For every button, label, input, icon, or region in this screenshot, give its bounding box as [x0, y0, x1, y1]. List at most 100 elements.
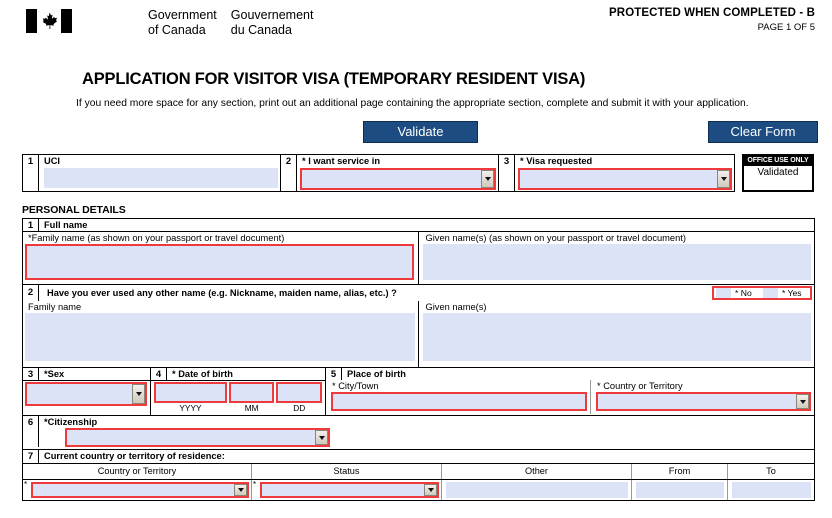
- full-name-label: Full name: [44, 220, 88, 230]
- uci-input[interactable]: [44, 168, 278, 188]
- form-action-bar: Validate Clear Form: [0, 121, 832, 143]
- question-6-citizenship: 6 *Citizenship: [23, 416, 814, 450]
- visa-requested-value[interactable]: [520, 170, 717, 188]
- given-names-input[interactable]: [422, 244, 811, 280]
- dob-year-input[interactable]: [154, 382, 227, 403]
- goc-en-line1: Government: [148, 8, 217, 22]
- table-row: * *: [23, 480, 814, 500]
- chevron-down-icon[interactable]: [234, 484, 247, 496]
- city-town-label: * City/Town: [332, 381, 379, 391]
- goc-fr-line2: du Canada: [230, 22, 292, 37]
- goc-en-line2: of Canada: [148, 22, 206, 37]
- validated-status: Validated: [744, 166, 812, 190]
- chevron-down-icon[interactable]: [315, 430, 328, 445]
- sex-value[interactable]: [27, 384, 132, 404]
- validate-button[interactable]: Validate: [363, 121, 478, 143]
- field-number: 3: [23, 368, 39, 380]
- required-marker: *: [24, 480, 28, 489]
- field-uci: 1 UCI: [22, 154, 281, 192]
- birth-country-label: * Country or Territory: [597, 381, 683, 391]
- question-3-sex: 3 *Sex: [23, 368, 151, 415]
- residence-table-header: Country or Territory Status Other From T…: [23, 464, 814, 480]
- date-of-birth-label: * Date of birth: [172, 369, 233, 379]
- service-in-label: * I want service in: [302, 156, 381, 166]
- residence-status-value[interactable]: [262, 484, 424, 496]
- question-2-other-name: 2 Have you ever used any other name (e.g…: [23, 285, 814, 368]
- residence-from-input[interactable]: [636, 482, 724, 498]
- residence-country-value[interactable]: [33, 484, 234, 496]
- question-4-date-of-birth: 4 * Date of birth YYYY MM DD: [151, 368, 326, 415]
- row-sex-dob-birthplace: 3 *Sex 4 * Date of birth YYYY MM DD 5 Pl…: [23, 368, 814, 416]
- page-indicator: PAGE 1 OF 5: [757, 22, 815, 33]
- office-use-header: OFFICE USE ONLY: [744, 156, 812, 166]
- residence-other-input[interactable]: [446, 482, 628, 498]
- chevron-down-icon[interactable]: [796, 394, 809, 409]
- goc-fr-line1: Gouvernement: [230, 8, 314, 22]
- column-header-other: Other: [442, 464, 632, 479]
- residence-to-input[interactable]: [732, 482, 811, 498]
- form-body: 1 UCI 2 * I want service in 3 * Visa req…: [0, 154, 832, 501]
- birth-country-dropdown[interactable]: [596, 392, 811, 411]
- chevron-down-icon[interactable]: [717, 170, 730, 188]
- other-name-yes-label: * Yes: [782, 288, 802, 298]
- uci-label: UCI: [44, 156, 61, 166]
- clear-form-button[interactable]: Clear Form: [708, 121, 818, 143]
- office-use-only-box: OFFICE USE ONLY Validated: [742, 154, 814, 192]
- citizenship-value[interactable]: [67, 430, 315, 445]
- citizenship-dropdown[interactable]: [65, 428, 330, 447]
- city-town-input[interactable]: [331, 392, 587, 411]
- column-header-status: Status: [252, 464, 442, 479]
- other-name-question-label: Have you ever used any other name (e.g. …: [47, 288, 397, 298]
- field-number: 6: [23, 416, 39, 428]
- question-5-place-of-birth: 5 Place of birth * City/Town * Country o…: [326, 368, 814, 415]
- field-number: 4: [151, 368, 167, 380]
- protected-notice: PROTECTED WHEN COMPLETED - B: [609, 7, 815, 19]
- field-visa-requested: 3 * Visa requested: [499, 154, 735, 192]
- page-header: Government of Canada Gouvernement du Can…: [0, 0, 832, 58]
- dob-month-input[interactable]: [228, 382, 275, 403]
- column-header-to: To: [766, 466, 776, 476]
- dob-day-label: DD: [293, 403, 306, 413]
- other-given-names-input[interactable]: [422, 313, 811, 361]
- top-field-row: 1 UCI 2 * I want service in 3 * Visa req…: [22, 154, 815, 192]
- visa-requested-dropdown[interactable]: [518, 168, 732, 190]
- required-marker: *: [253, 480, 257, 489]
- field-number: 3: [499, 155, 515, 191]
- page-title: APPLICATION FOR VISITOR VISA (TEMPORARY …: [82, 70, 586, 88]
- chevron-down-icon[interactable]: [424, 484, 437, 496]
- dob-year-label: YYYY: [179, 403, 202, 413]
- field-number: 7: [23, 450, 39, 463]
- chevron-down-icon[interactable]: [132, 384, 145, 404]
- title-block: APPLICATION FOR VISITOR VISA (TEMPORARY …: [0, 70, 832, 109]
- other-name-choice-group[interactable]: * No * Yes: [712, 286, 812, 300]
- column-header-from: From: [632, 464, 728, 479]
- section-title-personal-details: PERSONAL DETAILS: [22, 204, 126, 216]
- question-7-current-residence: 7 Current country or territory of reside…: [23, 450, 814, 500]
- residence-status-dropdown[interactable]: [260, 482, 439, 498]
- family-name-label: *Family name (as shown on your passport …: [28, 233, 285, 243]
- family-name-input[interactable]: [25, 244, 414, 280]
- form-instructions: If you need more space for any section, …: [76, 98, 749, 109]
- dob-month-label: MM: [244, 403, 259, 413]
- visa-requested-label: * Visa requested: [520, 156, 593, 166]
- field-service-language: 2 * I want service in: [281, 154, 499, 192]
- residence-country-dropdown[interactable]: [31, 482, 249, 498]
- service-in-dropdown[interactable]: [300, 168, 496, 190]
- birth-country-value[interactable]: [598, 394, 796, 409]
- field-number: 1: [23, 219, 39, 231]
- citizenship-label: *Citizenship: [44, 417, 98, 427]
- field-number: 5: [326, 368, 342, 380]
- personal-details-table: 1 Full name *Family name (as shown on yo…: [22, 218, 815, 501]
- chevron-down-icon[interactable]: [481, 170, 494, 188]
- service-in-value[interactable]: [302, 170, 481, 188]
- field-number: 2: [23, 285, 39, 301]
- dob-day-input[interactable]: [276, 382, 323, 403]
- other-name-no-label: * No: [735, 288, 752, 298]
- given-names-label: Given name(s) (as shown on your passport…: [425, 233, 686, 243]
- sex-dropdown[interactable]: [25, 382, 147, 406]
- other-family-name-input[interactable]: [25, 313, 415, 361]
- other-family-name-label: Family name: [28, 302, 82, 312]
- other-name-yes-checkbox[interactable]: [763, 288, 778, 298]
- current-residence-label: Current country or territory of residenc…: [44, 451, 225, 461]
- other-name-no-checkbox[interactable]: [716, 288, 731, 298]
